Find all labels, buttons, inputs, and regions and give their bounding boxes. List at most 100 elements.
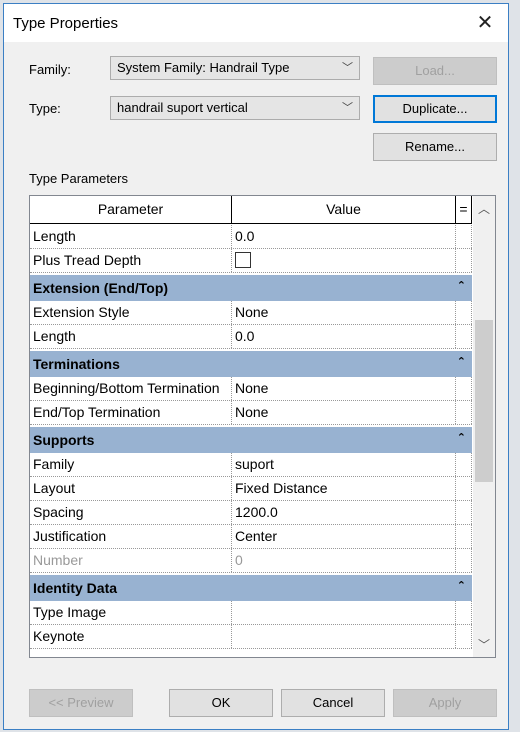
table-row[interactable]: End/Top Termination None bbox=[30, 401, 472, 425]
table-row[interactable]: Length 0.0 bbox=[30, 225, 472, 249]
table-row[interactable]: Justification Center bbox=[30, 525, 472, 549]
parameter-name: Beginning/Bottom Termination bbox=[30, 377, 232, 400]
parameter-name: Spacing bbox=[30, 501, 232, 524]
value-cell[interactable]: 1200.0 bbox=[232, 501, 456, 524]
preview-button[interactable]: << Preview bbox=[29, 689, 133, 717]
grid-rows: Length 0.0 Plus Tread Depth Extension (End/… bbox=[30, 225, 472, 649]
table-row[interactable]: Family suport bbox=[30, 453, 472, 477]
parameters-grid: Parameter Value = Length 0.0 Plus Tread De… bbox=[29, 195, 496, 658]
formula-cell[interactable] bbox=[456, 301, 472, 324]
table-row[interactable]: Extension Style None bbox=[30, 301, 472, 325]
formula-cell[interactable] bbox=[456, 625, 472, 648]
parameter-value: 0.0 bbox=[235, 228, 255, 244]
parameter-value: 0 bbox=[235, 552, 243, 568]
parameter-column-header[interactable]: Parameter bbox=[30, 196, 232, 223]
value-cell[interactable] bbox=[232, 601, 456, 624]
close-icon[interactable]: ✕ bbox=[468, 9, 502, 37]
duplicate-button[interactable]: Duplicate... bbox=[373, 95, 497, 123]
type-dropdown[interactable]: handrail suport vertical ﹀ bbox=[110, 96, 360, 120]
formula-cell[interactable] bbox=[456, 525, 472, 548]
table-row[interactable]: Plus Tread Depth bbox=[30, 249, 472, 273]
parameter-name: Justification bbox=[30, 525, 232, 548]
type-parameters-label: Type Parameters bbox=[29, 171, 128, 186]
formula-cell[interactable] bbox=[456, 477, 472, 500]
table-row[interactable]: Number 0 bbox=[30, 549, 472, 573]
chevron-down-icon: ﹀ bbox=[342, 102, 353, 114]
group-title: Terminations bbox=[33, 356, 120, 372]
value-cell[interactable]: None bbox=[232, 377, 456, 400]
collapse-icon[interactable]: ⌃ bbox=[457, 273, 466, 299]
parameter-value: 1200.0 bbox=[235, 504, 278, 520]
collapse-icon[interactable]: ⌃ bbox=[457, 573, 466, 599]
rename-button[interactable]: Rename... bbox=[373, 133, 497, 161]
formula-cell[interactable] bbox=[456, 249, 472, 272]
parameter-value: Fixed Distance bbox=[235, 480, 328, 496]
group-title: Identity Data bbox=[33, 580, 118, 596]
ok-button[interactable]: OK bbox=[169, 689, 273, 717]
formula-column-header[interactable]: = bbox=[456, 196, 472, 223]
group-header[interactable]: Identity Data ⌃ bbox=[30, 575, 472, 601]
family-value: System Family: Handrail Type bbox=[117, 60, 290, 75]
formula-cell[interactable] bbox=[456, 225, 472, 248]
title-bar: Type Properties ✕ bbox=[4, 4, 508, 42]
type-properties-dialog: Type Properties ✕ Family: System Family:… bbox=[3, 3, 509, 730]
group-title: Supports bbox=[33, 432, 95, 448]
table-row[interactable]: Spacing 1200.0 bbox=[30, 501, 472, 525]
parameter-value: 0.0 bbox=[235, 328, 255, 344]
value-cell[interactable]: None bbox=[232, 301, 456, 324]
table-row[interactable]: Layout Fixed Distance bbox=[30, 477, 472, 501]
value-cell[interactable]: 0.0 bbox=[232, 325, 456, 348]
parameter-name: Extension Style bbox=[30, 301, 232, 324]
grid-header: Parameter Value = bbox=[30, 196, 472, 224]
apply-button[interactable]: Apply bbox=[393, 689, 497, 717]
parameter-name: Layout bbox=[30, 477, 232, 500]
type-label: Type: bbox=[29, 101, 61, 116]
scrollbar-thumb[interactable] bbox=[475, 319, 493, 483]
value-column-header[interactable]: Value bbox=[232, 196, 456, 223]
value-cell[interactable] bbox=[232, 625, 456, 648]
value-cell[interactable]: suport bbox=[232, 453, 456, 476]
dialog-title: Type Properties bbox=[13, 15, 119, 32]
table-row[interactable]: Beginning/Bottom Termination None bbox=[30, 377, 472, 401]
chevron-down-icon: ﹀ bbox=[342, 62, 353, 74]
chevron-up-icon[interactable]: ︿ bbox=[473, 200, 495, 217]
value-cell[interactable]: Fixed Distance bbox=[232, 477, 456, 500]
value-cell[interactable] bbox=[232, 249, 456, 272]
parameter-name: Length bbox=[30, 325, 232, 348]
plus-tread-depth-checkbox[interactable] bbox=[235, 252, 251, 269]
load-button[interactable]: Load... bbox=[373, 57, 497, 85]
collapse-icon[interactable]: ⌃ bbox=[457, 349, 466, 375]
parameter-name: Length bbox=[30, 225, 232, 248]
table-row[interactable]: Type Image bbox=[30, 601, 472, 625]
parameter-value: None bbox=[235, 404, 269, 420]
parameter-value: None bbox=[235, 380, 269, 396]
group-header[interactable]: Supports ⌃ bbox=[30, 427, 472, 453]
parameter-name: Keynote bbox=[30, 625, 232, 648]
value-cell[interactable]: Center bbox=[232, 525, 456, 548]
formula-cell[interactable] bbox=[456, 501, 472, 524]
parameter-value: None bbox=[235, 304, 269, 320]
formula-cell[interactable] bbox=[456, 453, 472, 476]
parameter-name: Type Image bbox=[30, 601, 232, 624]
parameter-name: Plus Tread Depth bbox=[30, 249, 232, 272]
formula-cell[interactable] bbox=[456, 601, 472, 624]
vertical-scrollbar[interactable]: ︿ ﹀ bbox=[473, 196, 495, 657]
chevron-down-icon[interactable]: ﹀ bbox=[473, 636, 495, 653]
cancel-button[interactable]: Cancel bbox=[281, 689, 385, 717]
value-cell[interactable]: None bbox=[232, 401, 456, 424]
family-label: Family: bbox=[29, 62, 71, 77]
group-header[interactable]: Terminations ⌃ bbox=[30, 351, 472, 377]
formula-cell[interactable] bbox=[456, 325, 472, 348]
formula-cell[interactable] bbox=[456, 377, 472, 400]
parameter-value: Center bbox=[235, 528, 278, 544]
table-row[interactable]: Length 0.0 bbox=[30, 325, 472, 349]
value-cell[interactable]: 0.0 bbox=[232, 225, 456, 248]
parameter-value: suport bbox=[235, 456, 274, 472]
table-row[interactable]: Keynote bbox=[30, 625, 472, 649]
type-value: handrail suport vertical bbox=[117, 100, 248, 115]
formula-cell[interactable] bbox=[456, 401, 472, 424]
collapse-icon[interactable]: ⌃ bbox=[457, 425, 466, 451]
formula-cell[interactable] bbox=[456, 549, 472, 572]
group-header[interactable]: Extension (End/Top) ⌃ bbox=[30, 275, 472, 301]
family-dropdown[interactable]: System Family: Handrail Type ﹀ bbox=[110, 56, 360, 80]
